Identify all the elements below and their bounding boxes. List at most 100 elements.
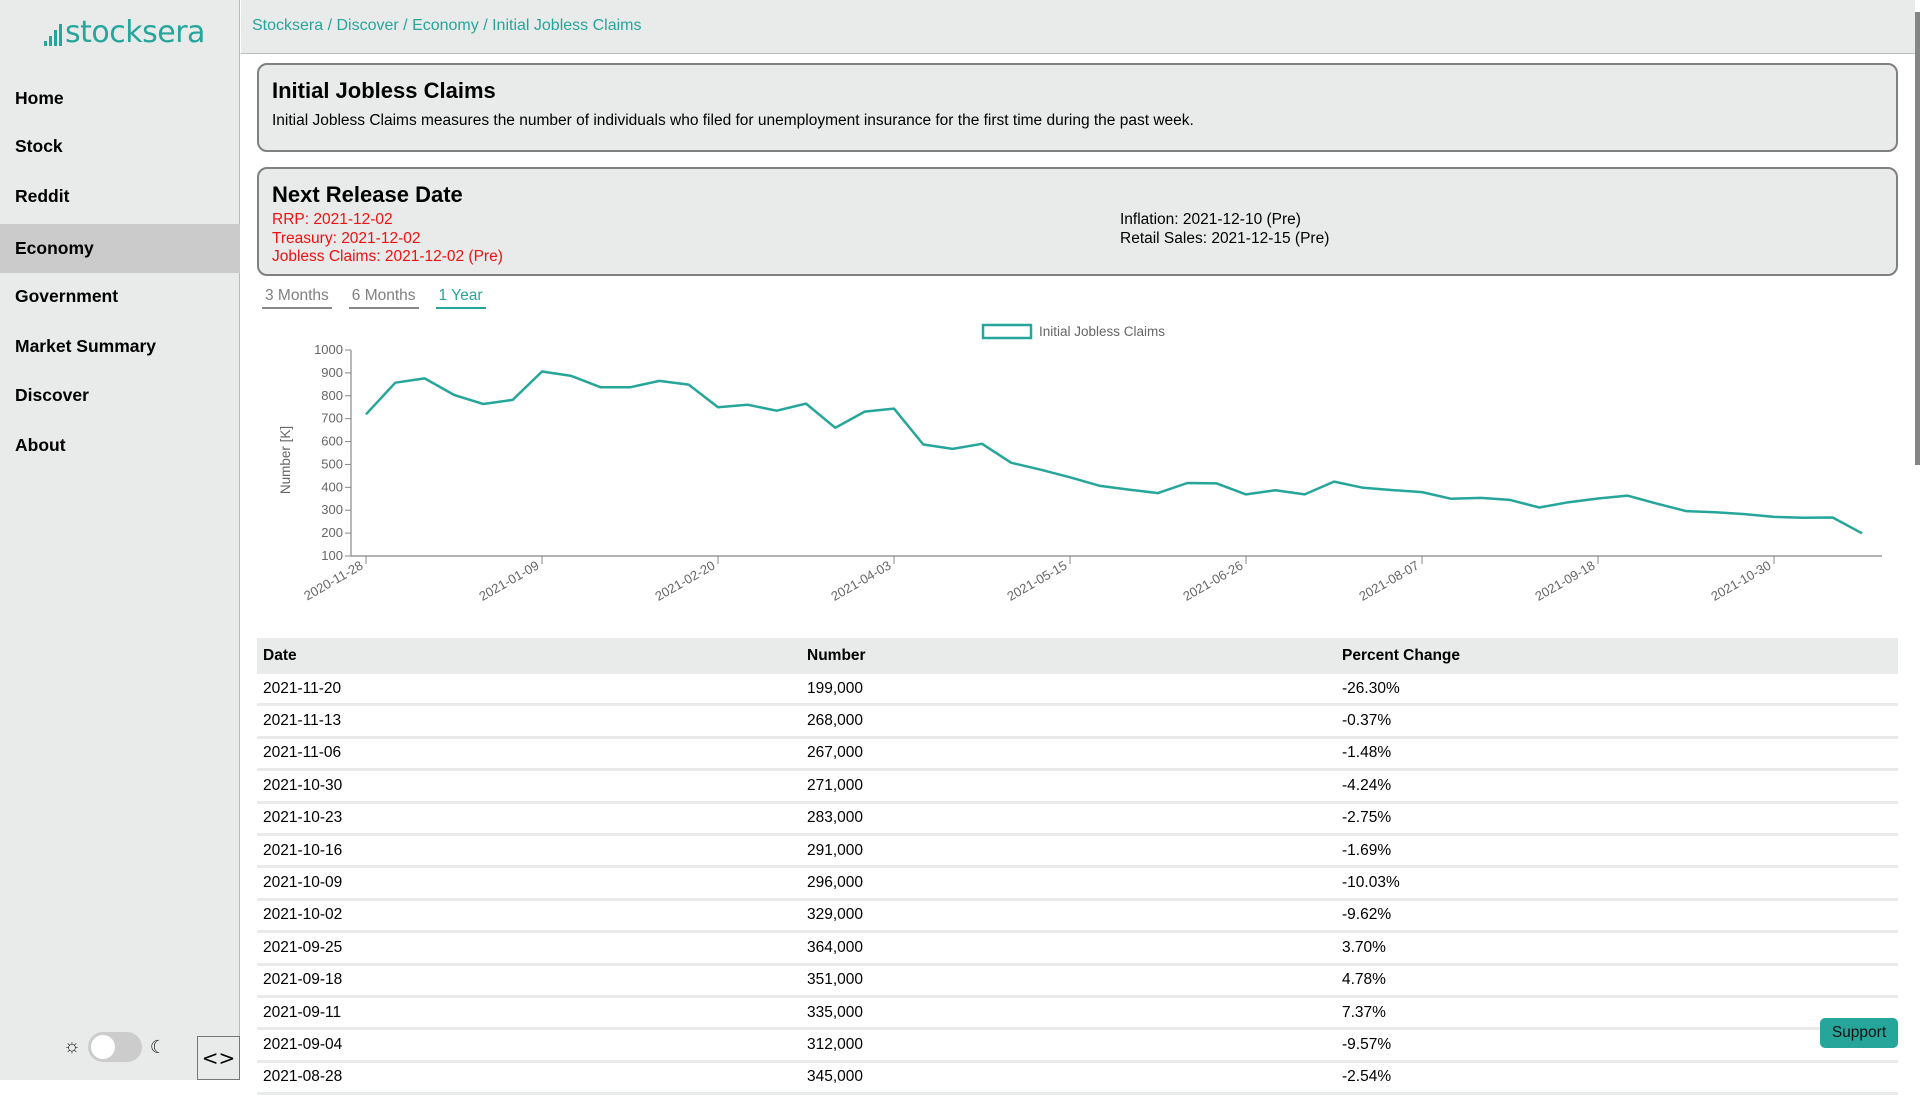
- number-cell: 267,000: [807, 744, 864, 762]
- table-row: 2021-10-09 296,000 -10.03%: [257, 868, 1898, 901]
- x-tick-label: 2021-04-03: [828, 558, 893, 604]
- number-cell: 329,000: [807, 906, 864, 924]
- breadcrumb: Stocksera / Discover / Economy / Initial…: [252, 17, 642, 34]
- column-header-number[interactable]: Number: [801, 647, 1336, 665]
- number-cell: 291,000: [807, 841, 864, 859]
- breadcrumb-economy[interactable]: Economy: [412, 17, 479, 34]
- logo-bars-icon: [44, 24, 62, 50]
- sidebar-item-stock[interactable]: Stock: [0, 122, 240, 171]
- description-text: Initial Jobless Claims measures the numb…: [272, 112, 1194, 129]
- tab-3-months[interactable]: 3 Months: [262, 287, 332, 309]
- release-inflation: Inflation: 2021-12-10 (Pre): [1120, 211, 1301, 228]
- percent-change-cell: -10.03%: [1342, 874, 1400, 892]
- y-tick-label: 500: [321, 456, 343, 471]
- number-cell: 271,000: [807, 776, 864, 794]
- sidebar-item-about[interactable]: About: [0, 421, 240, 470]
- number-cell: 335,000: [807, 1003, 864, 1021]
- sidebar-item-label: Discover: [15, 385, 89, 405]
- sidebar-item-market-summary[interactable]: Market Summary: [0, 322, 240, 371]
- breadcrumb-stocksera[interactable]: Stocksera: [252, 17, 323, 34]
- x-tick-label: 2021-02-20: [652, 558, 717, 604]
- number-cell: 283,000: [807, 809, 864, 827]
- percent-change-cell: -26.30%: [1342, 679, 1400, 697]
- column-header-date[interactable]: Date: [257, 647, 801, 665]
- legend-label: Initial Jobless Claims: [1039, 324, 1165, 339]
- date-cell: 2021-09-25: [263, 938, 343, 956]
- table-header: Date Number Percent Change: [257, 638, 1898, 674]
- y-tick-label: 400: [321, 479, 343, 494]
- percent-change-cell: -2.54%: [1342, 1068, 1392, 1086]
- release-retail-sales: Retail Sales: 2021-12-15 (Pre): [1120, 229, 1330, 247]
- percent-change-cell: -9.57%: [1342, 1035, 1392, 1053]
- percent-change-cell: -0.37%: [1342, 712, 1392, 730]
- tab-1-year[interactable]: 1 Year: [435, 287, 486, 309]
- table-row: 2021-10-02 329,000 -9.62%: [257, 901, 1898, 934]
- date-cell: 2021-10-02: [263, 906, 343, 924]
- page-title: Initial Jobless Claims: [272, 78, 496, 103]
- tab-6-months[interactable]: 6 Months: [348, 287, 419, 309]
- release-jobless-claims: Jobless Claims: 2021-12-02 (Pre): [272, 248, 503, 265]
- sidebar-item-label: Market Summary: [15, 336, 157, 356]
- sidebar-item-label: Economy: [15, 238, 94, 258]
- logo-text: stocksera: [65, 15, 205, 50]
- y-tick-label: 700: [321, 411, 343, 426]
- table-body: 2021-11-20 199,000 -26.30% 2021-11-13 268,00…: [257, 674, 1898, 1095]
- jobless-claims-chart: Initial Jobless Claims Number [K] 100 200…: [278, 323, 1882, 604]
- date-cell: 2021-10-16: [263, 841, 343, 859]
- percent-change-cell: -2.75%: [1342, 809, 1392, 827]
- release-list-secondary: Inflation: 2021-12-10 (Pre) Retail Sales…: [1120, 211, 1329, 248]
- number-cell: 345,000: [807, 1068, 864, 1086]
- percent-change-cell: 7.37%: [1342, 1003, 1386, 1021]
- breadcrumb-current[interactable]: Initial Jobless Claims: [492, 17, 641, 34]
- y-tick-label: 100: [321, 548, 343, 563]
- top-bar: Stocksera / Discover / Economy / Initial…: [241, 0, 1915, 54]
- support-button[interactable]: Support: [1820, 1018, 1898, 1048]
- page-scrollbar[interactable]: [1915, 12, 1920, 465]
- collapse-sidebar-button[interactable]: <>: [197, 1036, 240, 1080]
- release-rrp: RRP: 2021-12-02: [272, 211, 393, 228]
- sidebar-item-economy[interactable]: Economy: [0, 224, 240, 273]
- y-axis: 100 200 300 400 500 600 700 800 900 1000: [314, 342, 352, 563]
- y-tick-label: 800: [321, 388, 343, 403]
- y-axis-label: Number [K]: [278, 426, 293, 494]
- table-row: 2021-08-28 345,000 -2.54%: [257, 1063, 1898, 1095]
- sidebar: stocksera Home Stock Reddit Economy Gove…: [0, 0, 240, 1080]
- percent-change-cell: -1.48%: [1342, 744, 1392, 762]
- x-tick-label: 2021-10-30: [1708, 558, 1773, 604]
- sidebar-item-label: Stock: [15, 136, 63, 156]
- percent-change-cell: -1.69%: [1342, 841, 1392, 859]
- range-tabs: 3 Months 6 Months 1 Year: [262, 287, 486, 309]
- logo[interactable]: stocksera: [44, 14, 205, 50]
- legend-swatch: [981, 323, 1033, 340]
- column-header-percent-change[interactable]: Percent Change: [1336, 647, 1896, 665]
- code-brackets-icon: <>: [201, 1046, 236, 1070]
- date-cell: 2021-10-23: [263, 809, 343, 827]
- sidebar-item-government[interactable]: Government: [0, 272, 240, 321]
- sidebar-item-home[interactable]: Home: [0, 74, 240, 123]
- sidebar-item-discover[interactable]: Discover: [0, 371, 240, 420]
- sidebar-item-label: About: [15, 435, 66, 455]
- table-row: 2021-11-06 267,000 -1.48%: [257, 739, 1898, 772]
- series-line-initial-jobless-claims[interactable]: [365, 370, 1863, 535]
- breadcrumb-discover[interactable]: Discover: [336, 17, 398, 34]
- release-list-primary: RRP: 2021-12-02 Treasury: 2021-12-02 Job…: [272, 211, 503, 267]
- dark-mode-switch[interactable]: [88, 1032, 142, 1062]
- percent-change-cell: -9.62%: [1342, 906, 1392, 924]
- number-cell: 268,000: [807, 712, 864, 730]
- table-row: 2021-11-13 268,000 -0.37%: [257, 706, 1898, 739]
- x-tick-label: 2021-05-15: [1004, 558, 1069, 604]
- y-tick-label: 600: [321, 434, 343, 449]
- table-row: 2021-09-25 364,000 3.70%: [257, 933, 1898, 966]
- release-treasury: Treasury: 2021-12-02: [272, 229, 421, 247]
- table-row: 2021-09-18 351,000 4.78%: [257, 966, 1898, 998]
- chart-legend[interactable]: Initial Jobless Claims: [981, 323, 1165, 340]
- date-cell: 2021-09-11: [263, 1003, 342, 1021]
- y-tick-label: 300: [321, 502, 343, 517]
- date-cell: 2021-10-09: [263, 874, 343, 892]
- number-cell: 199,000: [807, 679, 864, 697]
- theme-toggle[interactable]: ☼ ☾: [62, 1032, 168, 1062]
- x-tick-label: 2021-08-07: [1356, 558, 1421, 604]
- sidebar-item-reddit[interactable]: Reddit: [0, 172, 240, 221]
- x-tick-label: 2020-11-28: [301, 558, 365, 604]
- sidebar-item-label: Government: [15, 286, 119, 306]
